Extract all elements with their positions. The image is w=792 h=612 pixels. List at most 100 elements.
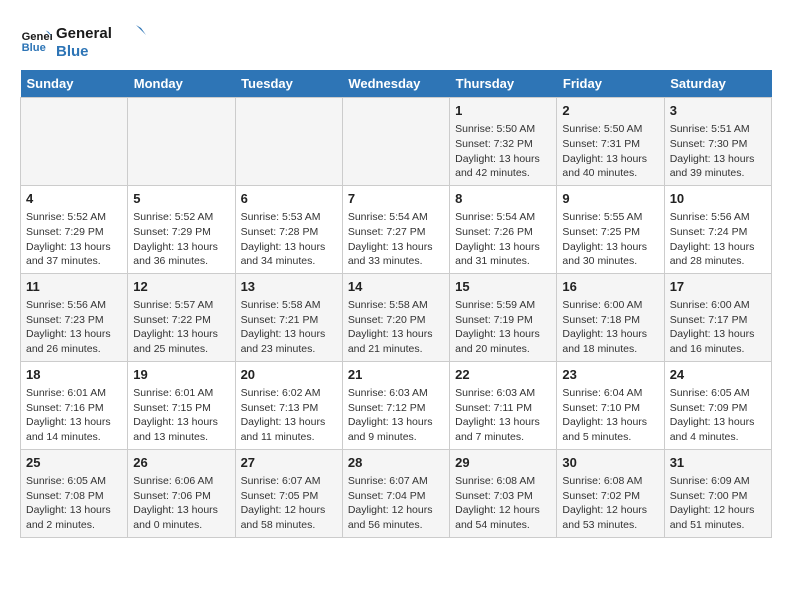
- calendar-day-cell: 12 Sunrise: 5:57 AM Sunset: 7:22 PM Dayli…: [128, 273, 235, 361]
- calendar-day-cell: 17Sunrise: 6:00 AM Sunset: 7:17 PM Dayli…: [664, 273, 771, 361]
- day-number: 11: [26, 278, 122, 296]
- day-info: Sunrise: 6:07 AM Sunset: 7:05 PM Dayligh…: [241, 474, 337, 533]
- day-info: Sunrise: 5:51 AM Sunset: 7:30 PM Dayligh…: [670, 122, 766, 181]
- calendar-day-cell: 24 Sunrise: 6:05 AM Sunset: 7:09 PM Dayli…: [664, 361, 771, 449]
- day-info: Sunrise: 5:52 AM Sunset: 7:29 PM Dayligh…: [26, 210, 122, 269]
- day-number: 23: [562, 366, 658, 384]
- day-number: 22: [455, 366, 551, 384]
- day-number: 19: [133, 366, 229, 384]
- day-number: 14: [348, 278, 444, 296]
- day-number: 30: [562, 454, 658, 472]
- day-info: Sunrise: 5:58 AM Sunset: 7:20 PM Dayligh…: [348, 298, 444, 357]
- calendar-week-row: 25 Sunrise: 6:05 AM Sunset: 7:08 PM Dayli…: [21, 449, 772, 537]
- day-number: 20: [241, 366, 337, 384]
- day-number: 16: [562, 278, 658, 296]
- calendar-day-cell: 30 Sunrise: 6:08 AM Sunset: 7:02 PM Dayli…: [557, 449, 664, 537]
- day-info: Sunrise: 5:56 AM Sunset: 7:24 PM Dayligh…: [670, 210, 766, 269]
- day-info: Sunrise: 5:56 AM Sunset: 7:23 PM Dayligh…: [26, 298, 122, 357]
- calendar-day-cell: 25 Sunrise: 6:05 AM Sunset: 7:08 PM Dayli…: [21, 449, 128, 537]
- calendar-day-cell: 22 Sunrise: 6:03 AM Sunset: 7:11 PM Dayli…: [450, 361, 557, 449]
- logo-text: General Blue: [56, 20, 146, 60]
- calendar-day-cell: 15 Sunrise: 5:59 AM Sunset: 7:19 PM Dayli…: [450, 273, 557, 361]
- calendar-week-row: 11 Sunrise: 5:56 AM Sunset: 7:23 PM Dayli…: [21, 273, 772, 361]
- calendar-header-row: SundayMondayTuesdayWednesdayThursdayFrid…: [21, 70, 772, 98]
- day-number: 25: [26, 454, 122, 472]
- calendar-day-cell: 5 Sunrise: 5:52 AM Sunset: 7:29 PM Daylig…: [128, 185, 235, 273]
- calendar-day-cell: 23 Sunrise: 6:04 AM Sunset: 7:10 PM Dayli…: [557, 361, 664, 449]
- day-info: Sunrise: 6:03 AM Sunset: 7:11 PM Dayligh…: [455, 386, 551, 445]
- day-number: 12: [133, 278, 229, 296]
- calendar-week-row: 4Sunrise: 5:52 AM Sunset: 7:29 PM Daylig…: [21, 185, 772, 273]
- calendar-day-cell: 2 Sunrise: 5:50 AM Sunset: 7:31 PM Daylig…: [557, 98, 664, 186]
- svg-text:General: General: [22, 31, 52, 43]
- day-number: 28: [348, 454, 444, 472]
- logo-icon: General Blue: [20, 24, 52, 56]
- day-info: Sunrise: 5:59 AM Sunset: 7:19 PM Dayligh…: [455, 298, 551, 357]
- day-number: 26: [133, 454, 229, 472]
- column-header-tuesday: Tuesday: [235, 70, 342, 98]
- calendar-day-cell: 16 Sunrise: 6:00 AM Sunset: 7:18 PM Dayli…: [557, 273, 664, 361]
- day-info: Sunrise: 6:08 AM Sunset: 7:03 PM Dayligh…: [455, 474, 551, 533]
- day-number: 24: [670, 366, 766, 384]
- day-info: Sunrise: 6:01 AM Sunset: 7:15 PM Dayligh…: [133, 386, 229, 445]
- day-info: Sunrise: 5:50 AM Sunset: 7:31 PM Dayligh…: [562, 122, 658, 181]
- svg-text:Blue: Blue: [22, 42, 46, 54]
- day-info: Sunrise: 6:00 AM Sunset: 7:18 PM Dayligh…: [562, 298, 658, 357]
- calendar-day-cell: 21Sunrise: 6:03 AM Sunset: 7:12 PM Dayli…: [342, 361, 449, 449]
- calendar-day-cell: 7 Sunrise: 5:54 AM Sunset: 7:27 PM Daylig…: [342, 185, 449, 273]
- calendar-empty-cell: [235, 98, 342, 186]
- day-info: Sunrise: 6:04 AM Sunset: 7:10 PM Dayligh…: [562, 386, 658, 445]
- day-number: 7: [348, 190, 444, 208]
- day-number: 9: [562, 190, 658, 208]
- day-number: 10: [670, 190, 766, 208]
- day-info: Sunrise: 6:01 AM Sunset: 7:16 PM Dayligh…: [26, 386, 122, 445]
- day-info: Sunrise: 6:06 AM Sunset: 7:06 PM Dayligh…: [133, 474, 229, 533]
- calendar-day-cell: 29Sunrise: 6:08 AM Sunset: 7:03 PM Dayli…: [450, 449, 557, 537]
- day-number: 15: [455, 278, 551, 296]
- day-number: 1: [455, 102, 551, 120]
- day-info: Sunrise: 6:05 AM Sunset: 7:08 PM Dayligh…: [26, 474, 122, 533]
- day-info: Sunrise: 6:05 AM Sunset: 7:09 PM Dayligh…: [670, 386, 766, 445]
- calendar-day-cell: 6Sunrise: 5:53 AM Sunset: 7:28 PM Daylig…: [235, 185, 342, 273]
- day-info: Sunrise: 5:54 AM Sunset: 7:27 PM Dayligh…: [348, 210, 444, 269]
- calendar-table: SundayMondayTuesdayWednesdayThursdayFrid…: [20, 70, 772, 538]
- day-number: 18: [26, 366, 122, 384]
- day-number: 5: [133, 190, 229, 208]
- logo: General Blue General Blue: [20, 20, 146, 60]
- calendar-week-row: 1 Sunrise: 5:50 AM Sunset: 7:32 PM Daylig…: [21, 98, 772, 186]
- day-info: Sunrise: 5:54 AM Sunset: 7:26 PM Dayligh…: [455, 210, 551, 269]
- day-number: 31: [670, 454, 766, 472]
- day-number: 13: [241, 278, 337, 296]
- calendar-day-cell: 28 Sunrise: 6:07 AM Sunset: 7:04 PM Dayli…: [342, 449, 449, 537]
- column-header-thursday: Thursday: [450, 70, 557, 98]
- column-header-monday: Monday: [128, 70, 235, 98]
- calendar-empty-cell: [21, 98, 128, 186]
- calendar-day-cell: 1 Sunrise: 5:50 AM Sunset: 7:32 PM Daylig…: [450, 98, 557, 186]
- calendar-week-row: 18 Sunrise: 6:01 AM Sunset: 7:16 PM Dayli…: [21, 361, 772, 449]
- day-info: Sunrise: 5:57 AM Sunset: 7:22 PM Dayligh…: [133, 298, 229, 357]
- calendar-day-cell: 9 Sunrise: 5:55 AM Sunset: 7:25 PM Daylig…: [557, 185, 664, 273]
- calendar-day-cell: 4Sunrise: 5:52 AM Sunset: 7:29 PM Daylig…: [21, 185, 128, 273]
- svg-text:General: General: [56, 25, 112, 42]
- page-header: General Blue General Blue: [20, 20, 772, 60]
- column-header-wednesday: Wednesday: [342, 70, 449, 98]
- day-number: 21: [348, 366, 444, 384]
- day-info: Sunrise: 5:58 AM Sunset: 7:21 PM Dayligh…: [241, 298, 337, 357]
- calendar-day-cell: 18 Sunrise: 6:01 AM Sunset: 7:16 PM Dayli…: [21, 361, 128, 449]
- day-info: Sunrise: 5:52 AM Sunset: 7:29 PM Dayligh…: [133, 210, 229, 269]
- calendar-day-cell: 20Sunrise: 6:02 AM Sunset: 7:13 PM Dayli…: [235, 361, 342, 449]
- day-info: Sunrise: 5:55 AM Sunset: 7:25 PM Dayligh…: [562, 210, 658, 269]
- day-info: Sunrise: 5:53 AM Sunset: 7:28 PM Dayligh…: [241, 210, 337, 269]
- day-info: Sunrise: 5:50 AM Sunset: 7:32 PM Dayligh…: [455, 122, 551, 181]
- day-info: Sunrise: 6:07 AM Sunset: 7:04 PM Dayligh…: [348, 474, 444, 533]
- column-header-sunday: Sunday: [21, 70, 128, 98]
- day-number: 27: [241, 454, 337, 472]
- day-info: Sunrise: 6:08 AM Sunset: 7:02 PM Dayligh…: [562, 474, 658, 533]
- calendar-day-cell: 14 Sunrise: 5:58 AM Sunset: 7:20 PM Dayli…: [342, 273, 449, 361]
- column-header-saturday: Saturday: [664, 70, 771, 98]
- day-number: 8: [455, 190, 551, 208]
- calendar-day-cell: 31Sunrise: 6:09 AM Sunset: 7:00 PM Dayli…: [664, 449, 771, 537]
- day-number: 2: [562, 102, 658, 120]
- day-info: Sunrise: 6:00 AM Sunset: 7:17 PM Dayligh…: [670, 298, 766, 357]
- svg-text:Blue: Blue: [56, 43, 89, 60]
